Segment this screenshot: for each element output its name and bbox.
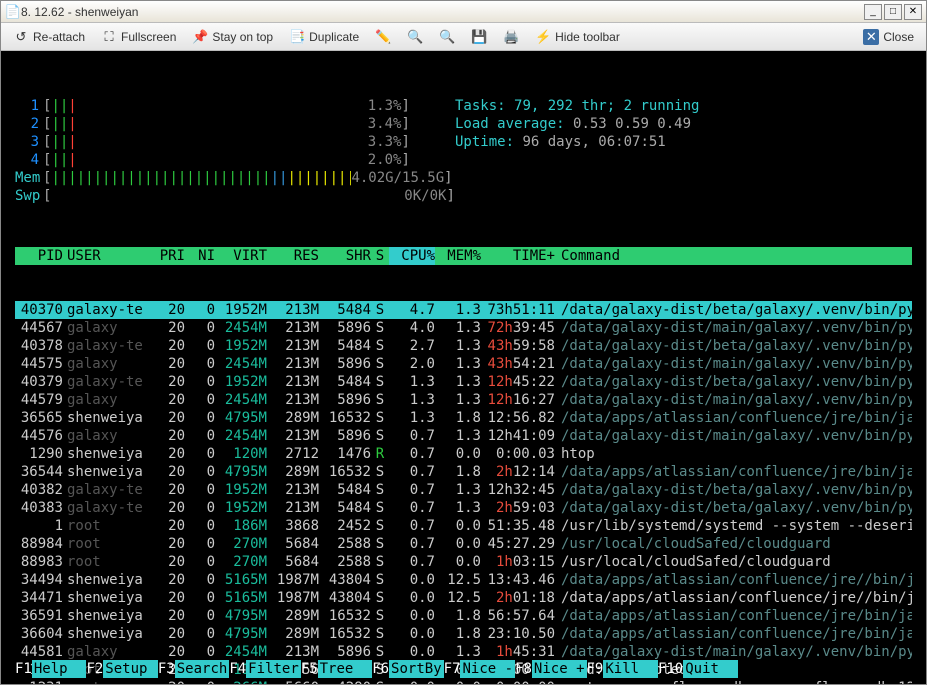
process-row[interactable]: 1290shenweiya200120M27121476R0.70.00:00.… bbox=[15, 445, 912, 463]
process-row[interactable]: 40379galaxy-te2001952M213M5484S1.31.312h… bbox=[15, 373, 912, 391]
close-session-button[interactable]: ✕Close bbox=[857, 27, 920, 47]
save-icon: 💾 bbox=[471, 29, 487, 45]
process-row[interactable]: 34471shenweiya2005165M1987M43804S0.012.5… bbox=[15, 589, 912, 607]
fnkey[interactable]: F9 bbox=[587, 660, 604, 678]
pin-icon: 📌 bbox=[192, 29, 208, 45]
maximize-button[interactable]: □ bbox=[884, 4, 902, 20]
fullscreen-button[interactable]: ⛶Fullscreen bbox=[95, 27, 182, 47]
process-row[interactable]: 40382galaxy-te2001952M213M5484S0.71.312h… bbox=[15, 481, 912, 499]
edit-button[interactable]: ✏️ bbox=[369, 27, 397, 47]
process-row[interactable]: 44579galaxy2002454M213M5896S1.31.312h16:… bbox=[15, 391, 912, 409]
process-row[interactable]: 44576galaxy2002454M213M5896S0.71.312h41:… bbox=[15, 427, 912, 445]
zoom-out-button[interactable]: 🔍 bbox=[433, 27, 461, 47]
zoom-in-icon: 🔍 bbox=[407, 29, 423, 45]
fnkey[interactable]: F7 bbox=[444, 660, 461, 678]
process-list: 40370galaxy-te2001952M213M5484S4.71.373h… bbox=[15, 301, 912, 684]
process-row[interactable]: 40370galaxy-te2001952M213M5484S4.71.373h… bbox=[15, 301, 912, 319]
duplicate-button[interactable]: 📑Duplicate bbox=[283, 27, 365, 47]
process-row[interactable]: 1root200186M38682452S0.70.051:35.48/usr/… bbox=[15, 517, 912, 535]
save-button[interactable]: 💾 bbox=[465, 27, 493, 47]
process-row[interactable]: 36591shenweiya2004795M289M16532S0.01.856… bbox=[15, 607, 912, 625]
fnkey[interactable]: F5 bbox=[301, 660, 318, 678]
process-row[interactable]: 36565shenweiya2004795M289M16532S1.31.812… bbox=[15, 409, 912, 427]
toolbar: ↺Re-attach ⛶Fullscreen 📌Stay on top 📑Dup… bbox=[1, 23, 926, 51]
process-row[interactable]: 36604shenweiya2004795M289M16532S0.01.823… bbox=[15, 625, 912, 643]
process-row[interactable]: 88983root200270M56842588S0.70.01h03:15/u… bbox=[15, 553, 912, 571]
fnkey[interactable]: F4 bbox=[229, 660, 246, 678]
zoom-out-icon: 🔍 bbox=[439, 29, 455, 45]
edit-icon: ✏️ bbox=[375, 29, 391, 45]
close-icon: ✕ bbox=[863, 29, 879, 45]
process-row[interactable]: 34494shenweiya2005165M1987M43804S0.012.5… bbox=[15, 571, 912, 589]
reattach-button[interactable]: ↺Re-attach bbox=[7, 27, 91, 47]
app-icon: 📄 bbox=[5, 4, 21, 20]
fnkey[interactable]: F6 bbox=[372, 660, 389, 678]
app-window: 📄 8. 12.62 - shenweiyan _ □ ✕ ↺Re-attach… bbox=[0, 0, 927, 685]
reattach-icon: ↺ bbox=[13, 29, 29, 45]
terminal[interactable]: 1 [|||1.3%]2 [|||3.4%]3 [|||3.3%]4 [|||2… bbox=[1, 51, 926, 684]
titlebar: 📄 8. 12.62 - shenweiyan _ □ ✕ bbox=[1, 1, 926, 23]
process-header[interactable]: PIDUSERPRINIVIRTRESSHRSCPU%MEM%TIME+Comm… bbox=[15, 247, 912, 265]
process-row[interactable]: 44567galaxy2002454M213M5896S4.01.372h39:… bbox=[15, 319, 912, 337]
print-button[interactable]: 🖨️ bbox=[497, 27, 525, 47]
process-row[interactable]: 44581galaxy2002454M213M5896S0.01.31h45:3… bbox=[15, 643, 912, 661]
process-row[interactable]: 1231postgres200266M56604280S0.00.00:00.0… bbox=[15, 679, 912, 684]
fnkey[interactable]: F8 bbox=[515, 660, 532, 678]
fnkey[interactable]: F2 bbox=[86, 660, 103, 678]
fullscreen-icon: ⛶ bbox=[101, 29, 117, 45]
process-row[interactable]: 40378galaxy-te2001952M213M5484S2.71.343h… bbox=[15, 337, 912, 355]
process-row[interactable]: 40383galaxy-te2001952M213M5484S0.71.32h5… bbox=[15, 499, 912, 517]
fnkey[interactable]: F10 bbox=[658, 660, 683, 678]
process-row[interactable]: 36544shenweiya2004795M289M16532S0.71.82h… bbox=[15, 463, 912, 481]
print-icon: 🖨️ bbox=[503, 29, 519, 45]
zoom-in-button[interactable]: 🔍 bbox=[401, 27, 429, 47]
window-title: 8. 12.62 - shenweiyan bbox=[21, 5, 862, 19]
hidetoolbar-button[interactable]: ⚡Hide toolbar bbox=[529, 27, 626, 47]
fnkey[interactable]: F3 bbox=[158, 660, 175, 678]
process-row[interactable]: 88984root200270M56842588S0.70.045:27.29/… bbox=[15, 535, 912, 553]
meters-area: 1 [|||1.3%]2 [|||3.4%]3 [|||3.3%]4 [|||2… bbox=[15, 97, 912, 205]
process-row[interactable]: 44575galaxy2002454M213M5896S2.01.343h54:… bbox=[15, 355, 912, 373]
duplicate-icon: 📑 bbox=[289, 29, 305, 45]
fnkey[interactable]: F1 bbox=[15, 660, 32, 678]
bolt-icon: ⚡ bbox=[535, 29, 551, 45]
function-key-bar: F1Help F2Setup F3SearchF4FilterF5Tree F6… bbox=[15, 660, 912, 678]
minimize-button[interactable]: _ bbox=[864, 4, 882, 20]
close-window-button[interactable]: ✕ bbox=[904, 4, 922, 20]
stayontop-button[interactable]: 📌Stay on top bbox=[186, 27, 279, 47]
